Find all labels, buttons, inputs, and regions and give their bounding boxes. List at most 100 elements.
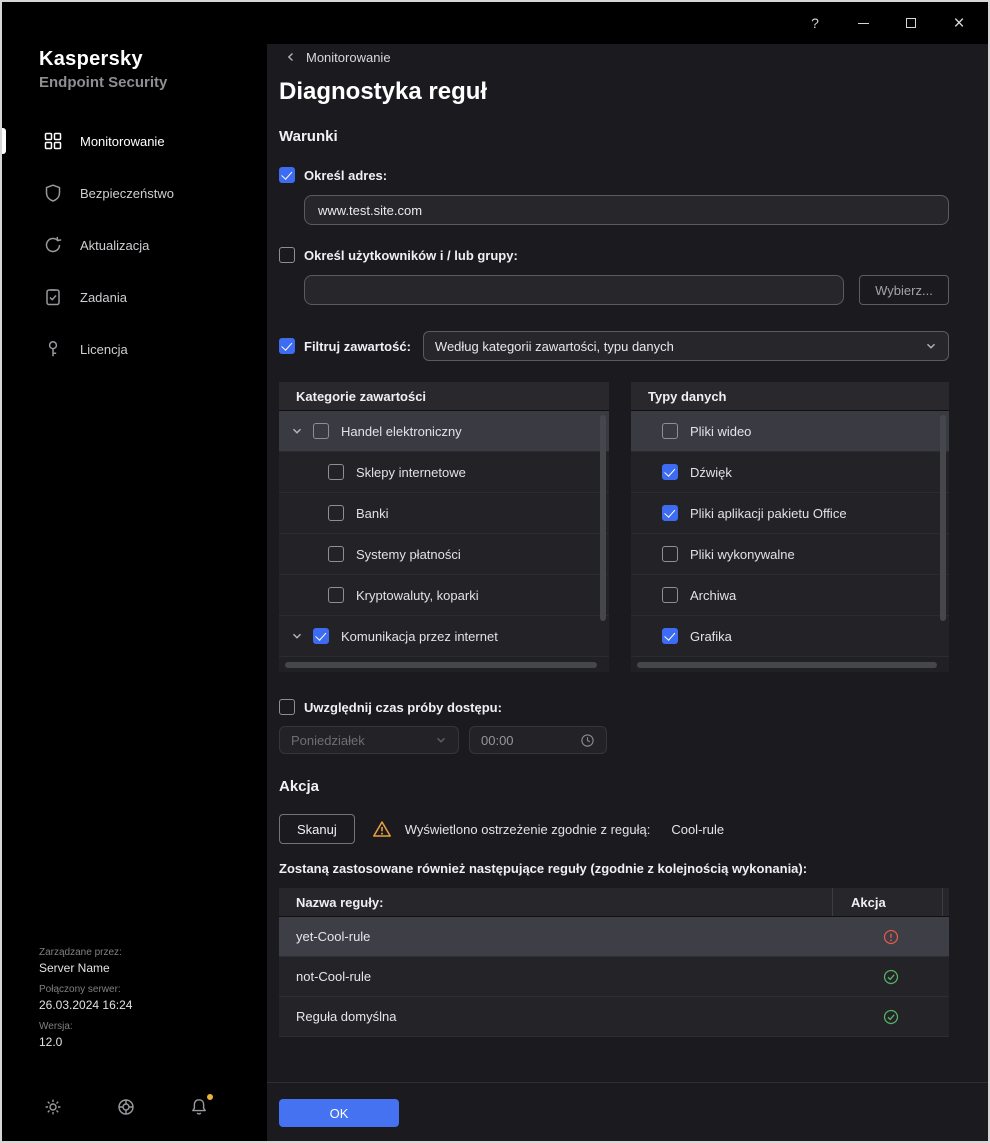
category-row[interactable]: Komunikacja przez internet (279, 616, 609, 657)
managed-by-label: Zarządzane przez: (39, 947, 132, 958)
monitoring-grid-icon (43, 131, 63, 151)
address-checkbox[interactable] (279, 167, 295, 183)
chevron-down-icon (925, 340, 937, 352)
data-type-label: Pliki wykonywalne (690, 547, 795, 562)
time-checkbox[interactable] (279, 699, 295, 715)
clock-icon (580, 733, 595, 748)
notification-dot (207, 1094, 213, 1100)
minimize-button[interactable] (850, 10, 876, 36)
notifications-bell-icon (189, 1097, 209, 1117)
titlebar: ? × (2, 2, 988, 44)
category-checkbox[interactable] (313, 423, 329, 439)
users-label: Określ użytkowników i / lub grupy: (304, 248, 518, 263)
close-icon: × (953, 14, 964, 33)
sidebar-bottom-icons (43, 1097, 209, 1117)
rule-name-cell: yet-Cool-rule (279, 929, 832, 944)
address-label: Określ adres: (304, 168, 387, 183)
sidebar-item-label: Licencja (80, 342, 128, 357)
sidebar-item-label: Monitorowanie (80, 134, 165, 149)
time-input[interactable]: 00:00 (469, 726, 607, 754)
support-button[interactable] (116, 1097, 136, 1117)
help-button[interactable]: ? (802, 10, 828, 36)
rule-table-row[interactable]: Reguła domyślna (279, 997, 949, 1037)
time-value: 00:00 (481, 733, 514, 748)
category-row[interactable]: Systemy płatności (279, 534, 609, 575)
sidebar: Kaspersky Endpoint Security Monitorowani… (2, 2, 267, 1141)
warning-triangle-icon (372, 819, 392, 839)
choose-users-button[interactable]: Wybierz... (859, 275, 949, 305)
data-type-checkbox[interactable] (662, 628, 678, 644)
settings-button[interactable] (43, 1097, 63, 1117)
rule-table-row[interactable]: not-Cool-rule (279, 957, 949, 997)
data-type-row[interactable]: Grafika (631, 616, 949, 657)
category-label: Systemy płatności (356, 547, 461, 562)
scan-button[interactable]: Skanuj (279, 814, 355, 844)
rule-name-cell: Reguła domyślna (279, 1009, 832, 1024)
category-checkbox[interactable] (328, 546, 344, 562)
filter-checkbox-row[interactable]: Filtruj zawartość: (279, 338, 411, 354)
sidebar-item-label: Bezpieczeństwo (80, 186, 174, 201)
users-input[interactable] (304, 275, 844, 305)
data-type-row[interactable]: Archiwa (631, 575, 949, 616)
time-checkbox-row[interactable]: Uwzględnij czas próby dostępu: (279, 699, 502, 715)
sidebar-item-zadania[interactable]: Zadania (2, 271, 267, 323)
day-select[interactable]: Poniedziałek (279, 726, 459, 754)
category-row[interactable]: Banki (279, 493, 609, 534)
category-checkbox[interactable] (328, 505, 344, 521)
category-checkbox[interactable] (328, 464, 344, 480)
vertical-scrollbar[interactable] (600, 415, 606, 621)
sidebar-item-label: Zadania (80, 290, 127, 305)
filter-label: Filtruj zawartość: (304, 339, 411, 354)
rule-table-row[interactable]: yet-Cool-rule (279, 917, 949, 957)
data-type-row[interactable]: Pliki wideo (631, 411, 949, 452)
breadcrumb[interactable]: Monitorowanie (279, 48, 391, 66)
data-type-checkbox[interactable] (662, 546, 678, 562)
vertical-scrollbar[interactable] (940, 415, 946, 621)
sidebar-item-bezpieczenstwo[interactable]: Bezpieczeństwo (2, 167, 267, 219)
sidebar-item-monitorowanie[interactable]: Monitorowanie (2, 115, 267, 167)
horizontal-scrollbar[interactable] (285, 662, 597, 668)
category-row[interactable]: Handel elektroniczny (279, 411, 609, 452)
data-type-checkbox[interactable] (662, 464, 678, 480)
rule-status-cell (832, 1008, 949, 1026)
category-row[interactable]: Kryptowaluty, koparki (279, 575, 609, 616)
users-checkbox-row[interactable]: Określ użytkowników i / lub grupy: (279, 247, 518, 263)
notifications-button[interactable] (189, 1097, 209, 1117)
action-heading: Akcja (279, 778, 949, 795)
sidebar-item-aktualizacja[interactable]: Aktualizacja (2, 219, 267, 271)
data-type-checkbox[interactable] (662, 505, 678, 521)
category-label: Handel elektroniczny (341, 424, 462, 439)
expand-chevron-icon[interactable] (291, 630, 303, 642)
sidebar-footer: Zarządzane przez: Server Name Połączony … (39, 938, 132, 1049)
sidebar-item-licencja[interactable]: Licencja (2, 323, 267, 375)
success-check-icon (882, 1008, 900, 1026)
address-checkbox-row[interactable]: Określ adres: (279, 167, 387, 183)
filter-mode-select[interactable]: Według kategorii zawartości, typu danych (423, 331, 949, 361)
app-window: ? × Kaspersky Endpoint Security Monitoro… (0, 0, 990, 1143)
horizontal-scrollbar[interactable] (637, 662, 937, 668)
data-type-row[interactable]: Pliki wykonywalne (631, 534, 949, 575)
data-type-row[interactable]: Pliki aplikacji pakietu Office (631, 493, 949, 534)
data-types-panel: Typy danych Pliki wideo Dźwięk Pliki apl… (631, 382, 949, 672)
ok-button[interactable]: OK (279, 1099, 399, 1127)
data-type-checkbox[interactable] (662, 423, 678, 439)
maximize-button[interactable] (898, 10, 924, 36)
expand-chevron-icon[interactable] (291, 425, 303, 437)
address-input[interactable] (304, 195, 949, 225)
category-row[interactable]: Sklepy internetowe (279, 452, 609, 493)
category-checkbox[interactable] (328, 587, 344, 603)
data-type-checkbox[interactable] (662, 587, 678, 603)
data-type-label: Pliki wideo (690, 424, 751, 439)
close-button[interactable]: × (946, 10, 972, 36)
filter-checkbox[interactable] (279, 338, 295, 354)
action-result-row: Skanuj Wyświetlono ostrzeżenie zgodnie z… (279, 814, 949, 844)
data-type-label: Archiwa (690, 588, 736, 603)
sidebar-item-label: Aktualizacja (80, 238, 149, 253)
rule-name-cell: not-Cool-rule (279, 969, 832, 984)
data-type-row[interactable]: Dźwięk (631, 452, 949, 493)
rules-table-header: Nazwa reguły: Akcja (279, 888, 949, 917)
users-checkbox[interactable] (279, 247, 295, 263)
category-checkbox[interactable] (313, 628, 329, 644)
support-lifebuoy-icon (116, 1097, 136, 1117)
data-type-label: Dźwięk (690, 465, 732, 480)
